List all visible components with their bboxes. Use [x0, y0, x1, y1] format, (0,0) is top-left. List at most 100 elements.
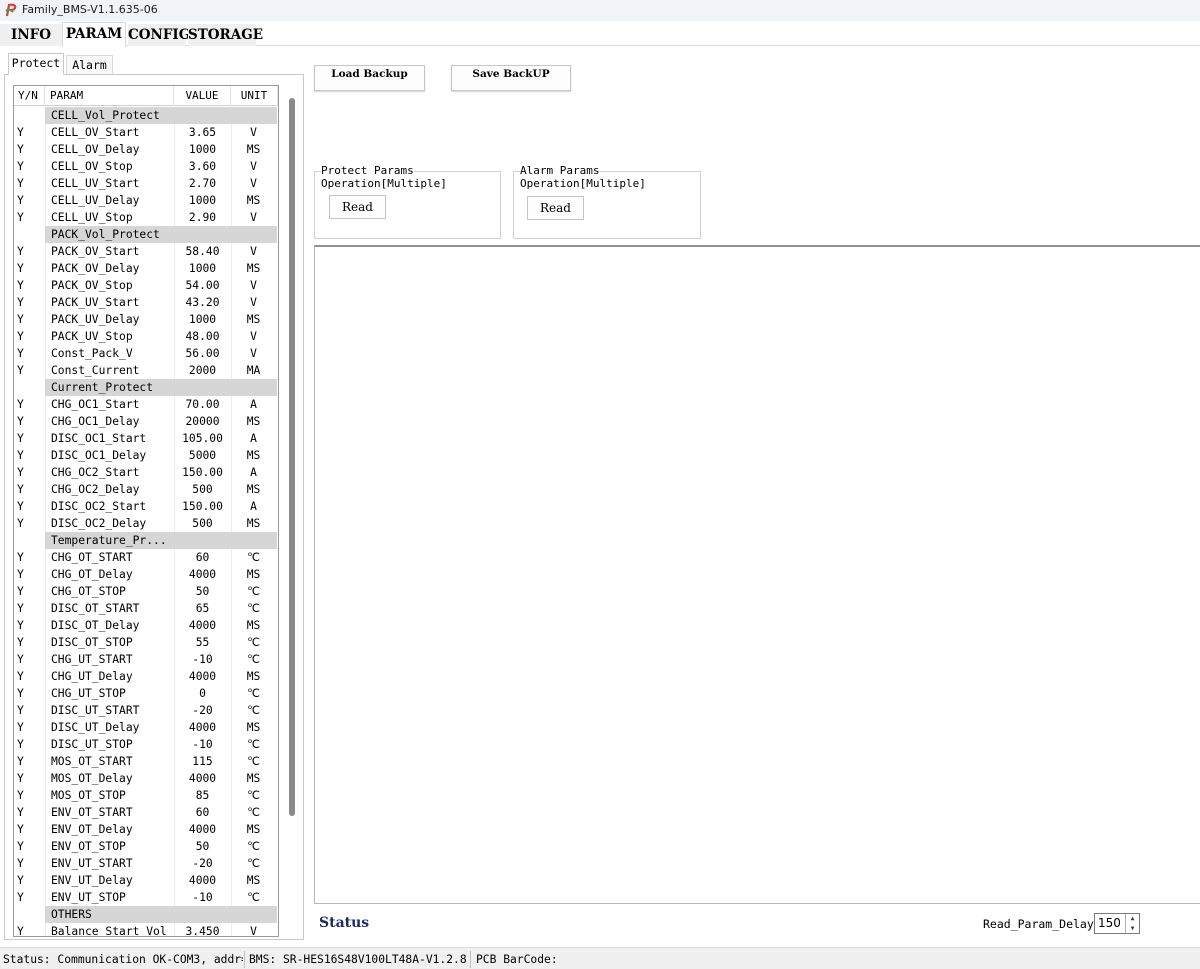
table-row[interactable]: Y Const_Pack_V 56.00 V: [14, 345, 278, 362]
table-row[interactable]: Y MOS_OT_Delay 4000 MS: [14, 770, 278, 787]
table-row[interactable]: Y DISC_UT_STOP -10 ℃: [14, 736, 278, 753]
row-value-cell[interactable]: 3.65: [174, 124, 231, 141]
col-header-param[interactable]: PARAM: [45, 86, 174, 106]
row-value-cell[interactable]: 1000: [174, 311, 231, 328]
row-value-cell[interactable]: 500: [174, 515, 231, 532]
table-scrollbar[interactable]: [289, 98, 295, 816]
table-row[interactable]: Y ENV_UT_Delay 4000 MS: [14, 872, 278, 889]
table-row[interactable]: Y CHG_UT_START -10 ℃: [14, 651, 278, 668]
table-row[interactable]: Y DISC_UT_Delay 4000 MS: [14, 719, 278, 736]
row-value-cell[interactable]: 2000: [174, 362, 231, 379]
subtab-protect[interactable]: Protect: [8, 53, 64, 75]
table-row[interactable]: Y CHG_UT_Delay 4000 MS: [14, 668, 278, 685]
row-value-cell[interactable]: 105.00: [174, 430, 231, 447]
row-value-cell[interactable]: -10: [174, 651, 231, 668]
row-value-cell[interactable]: 58.40: [174, 243, 231, 260]
table-row[interactable]: Y CELL_UV_Stop 2.90 V: [14, 209, 278, 226]
row-value-cell[interactable]: 50: [174, 583, 231, 600]
row-value-cell[interactable]: 3.450: [174, 923, 231, 936]
table-section-row[interactable]: Current_Protect: [14, 379, 278, 396]
table-row[interactable]: Y DISC_OC1_Delay 5000 MS: [14, 447, 278, 464]
row-value-cell[interactable]: -20: [174, 702, 231, 719]
row-value-cell[interactable]: 3.60: [174, 158, 231, 175]
table-row[interactable]: Y ENV_UT_STOP -10 ℃: [14, 889, 278, 906]
table-row[interactable]: Y CHG_OT_START 60 ℃: [14, 549, 278, 566]
row-value-cell[interactable]: 2.90: [174, 209, 231, 226]
row-value-cell[interactable]: 1000: [174, 192, 231, 209]
row-value-cell[interactable]: 5000: [174, 447, 231, 464]
row-value-cell[interactable]: -20: [174, 855, 231, 872]
row-value-cell[interactable]: 4000: [174, 770, 231, 787]
col-header-unit[interactable]: UNIT: [231, 86, 278, 106]
row-value-cell[interactable]: 70.00: [174, 396, 231, 413]
tab-config[interactable]: CONFIG: [128, 24, 190, 46]
table-row[interactable]: Y CELL_UV_Delay 1000 MS: [14, 192, 278, 209]
table-row[interactable]: Y ENV_UT_START -20 ℃: [14, 855, 278, 872]
col-header-value[interactable]: VALUE: [174, 86, 231, 106]
table-row[interactable]: Y CHG_OT_Delay 4000 MS: [14, 566, 278, 583]
table-row[interactable]: Y ENV_OT_STOP 50 ℃: [14, 838, 278, 855]
row-value-cell[interactable]: 1000: [174, 141, 231, 158]
table-row[interactable]: Y PACK_UV_Start 43.20 V: [14, 294, 278, 311]
row-value-cell[interactable]: 4000: [174, 872, 231, 889]
row-value-cell[interactable]: 4000: [174, 617, 231, 634]
table-row[interactable]: Y DISC_OT_STOP 55 ℃: [14, 634, 278, 651]
tab-storage[interactable]: STORAGE: [188, 24, 263, 46]
read-param-delay-value[interactable]: 150: [1098, 916, 1121, 930]
table-row[interactable]: Y DISC_OC1_Start 105.00 A: [14, 430, 278, 447]
table-row[interactable]: Y CELL_OV_Stop 3.60 V: [14, 158, 278, 175]
param-table[interactable]: Y/N PARAM VALUE UNIT CELL_Vol_Protect Y CE…: [13, 85, 279, 937]
table-row[interactable]: Y PACK_UV_Stop 48.00 V: [14, 328, 278, 345]
table-row[interactable]: Y PACK_UV_Delay 1000 MS: [14, 311, 278, 328]
table-row[interactable]: Y DISC_OT_START 65 ℃: [14, 600, 278, 617]
row-value-cell[interactable]: 4000: [174, 668, 231, 685]
tab-info[interactable]: INFO: [0, 24, 62, 46]
row-value-cell[interactable]: 50: [174, 838, 231, 855]
row-value-cell[interactable]: 65: [174, 600, 231, 617]
table-row[interactable]: Y DISC_UT_START -20 ℃: [14, 702, 278, 719]
table-row[interactable]: Y CELL_OV_Delay 1000 MS: [14, 141, 278, 158]
table-row[interactable]: Y PACK_OV_Delay 1000 MS: [14, 260, 278, 277]
row-value-cell[interactable]: 54.00: [174, 277, 231, 294]
table-row[interactable]: Y CELL_UV_Start 2.70 V: [14, 175, 278, 192]
row-value-cell[interactable]: 4000: [174, 719, 231, 736]
table-row[interactable]: Y DISC_OC2_Delay 500 MS: [14, 515, 278, 532]
row-value-cell[interactable]: 48.00: [174, 328, 231, 345]
tab-param[interactable]: PARAM: [62, 22, 126, 47]
table-row[interactable]: Y DISC_OC2_Start 150.00 A: [14, 498, 278, 515]
table-row[interactable]: Y PACK_OV_Stop 54.00 V: [14, 277, 278, 294]
protect-read-button[interactable]: Read: [329, 195, 386, 219]
table-section-row[interactable]: PACK_Vol_Protect: [14, 226, 278, 243]
table-row[interactable]: Y ENV_OT_START 60 ℃: [14, 804, 278, 821]
table-row[interactable]: Y CHG_OC2_Delay 500 MS: [14, 481, 278, 498]
row-value-cell[interactable]: 60: [174, 804, 231, 821]
col-header-yn[interactable]: Y/N: [14, 86, 45, 106]
row-value-cell[interactable]: 500: [174, 481, 231, 498]
row-value-cell[interactable]: 0: [174, 685, 231, 702]
save-backup-button[interactable]: Save BackUP: [451, 65, 571, 91]
table-section-row[interactable]: Temperature_Pr...: [14, 532, 278, 549]
spin-up-icon[interactable]: ▲: [1126, 914, 1139, 923]
spin-down-icon[interactable]: ▼: [1126, 924, 1139, 933]
table-row[interactable]: Y Balance_Start_Vol 3.450 V: [14, 923, 278, 936]
row-value-cell[interactable]: 4000: [174, 566, 231, 583]
table-row[interactable]: Y CHG_OC2_Start 150.00 A: [14, 464, 278, 481]
alarm-read-button[interactable]: Read: [527, 196, 584, 220]
table-row[interactable]: Y CHG_UT_STOP 0 ℃: [14, 685, 278, 702]
row-value-cell[interactable]: 55: [174, 634, 231, 651]
table-section-row[interactable]: CELL_Vol_Protect: [14, 107, 278, 124]
row-value-cell[interactable]: 4000: [174, 821, 231, 838]
row-value-cell[interactable]: 150.00: [174, 464, 231, 481]
table-section-row[interactable]: OTHERS: [14, 906, 278, 923]
row-value-cell[interactable]: 56.00: [174, 345, 231, 362]
row-value-cell[interactable]: 85: [174, 787, 231, 804]
row-value-cell[interactable]: -10: [174, 889, 231, 906]
table-row[interactable]: Y ENV_OT_Delay 4000 MS: [14, 821, 278, 838]
table-row[interactable]: Y PACK_OV_Start 58.40 V: [14, 243, 278, 260]
row-value-cell[interactable]: -10: [174, 736, 231, 753]
table-row[interactable]: Y DISC_OT_Delay 4000 MS: [14, 617, 278, 634]
table-row[interactable]: Y MOS_OT_STOP 85 ℃: [14, 787, 278, 804]
load-backup-button[interactable]: Load Backup: [314, 65, 425, 91]
table-row[interactable]: Y Const_Current 2000 MA: [14, 362, 278, 379]
row-value-cell[interactable]: 20000: [174, 413, 231, 430]
